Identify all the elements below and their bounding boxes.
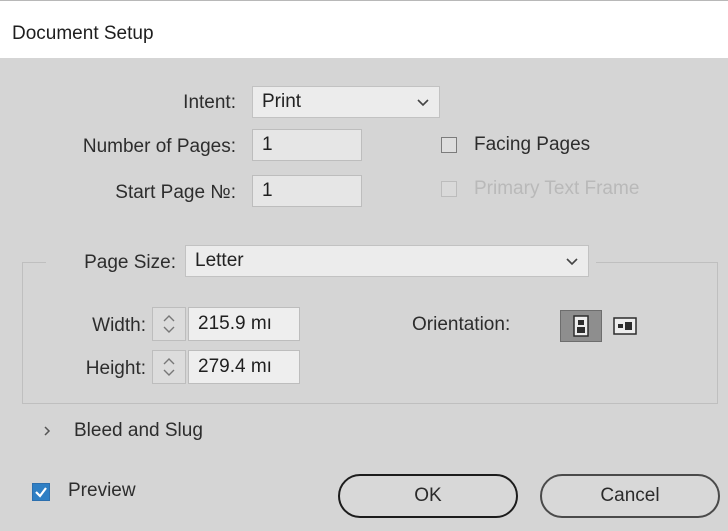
cancel-button[interactable]: Cancel (540, 474, 720, 518)
facing-pages-label: Facing Pages (474, 134, 591, 155)
chevron-down-icon (565, 246, 579, 276)
width-input[interactable]: 215.9 mı (188, 307, 300, 341)
number-of-pages-label: Number of Pages: (82, 136, 236, 157)
ok-button[interactable]: OK (338, 474, 518, 518)
start-page-label: Start Page №: (115, 182, 236, 203)
intent-dropdown[interactable]: Print (252, 86, 440, 118)
checkmark-icon (35, 487, 47, 498)
start-page-input[interactable]: 1 (252, 175, 362, 207)
page-size-dropdown[interactable]: Letter (185, 245, 589, 277)
chevron-down-icon (416, 87, 430, 117)
intent-value: Print (262, 91, 302, 112)
orientation-label: Orientation: (412, 314, 511, 335)
preview-label: Preview (68, 480, 136, 501)
preview-checkbox[interactable] (32, 483, 50, 501)
chevron-right-icon[interactable] (40, 421, 54, 441)
primary-text-frame-label: Primary Text Frame (474, 178, 640, 199)
bleed-and-slug-toggle[interactable]: Bleed and Slug (74, 420, 203, 442)
dialog-title: Document Setup (12, 23, 154, 44)
dialog-titlebar: Document Setup (0, 0, 728, 59)
landscape-icon (613, 317, 637, 335)
facing-pages-checkbox[interactable] (441, 137, 457, 153)
width-stepper[interactable] (152, 307, 186, 341)
portrait-icon (573, 315, 589, 337)
page-size-label: Page Size: (84, 252, 176, 273)
number-of-pages-input[interactable]: 1 (252, 129, 362, 161)
landscape-orientation-button[interactable] (611, 313, 639, 339)
height-input[interactable]: 279.4 mı (188, 350, 300, 384)
page-size-value: Letter (195, 250, 244, 271)
intent-label: Intent: (183, 92, 236, 113)
width-label: Width: (92, 315, 146, 336)
height-stepper[interactable] (152, 350, 186, 384)
height-label: Height: (85, 358, 146, 379)
portrait-orientation-button[interactable] (560, 310, 602, 342)
stepper-arrows-icon (163, 315, 175, 333)
primary-text-frame-checkbox (441, 181, 457, 197)
stepper-arrows-icon (163, 358, 175, 376)
